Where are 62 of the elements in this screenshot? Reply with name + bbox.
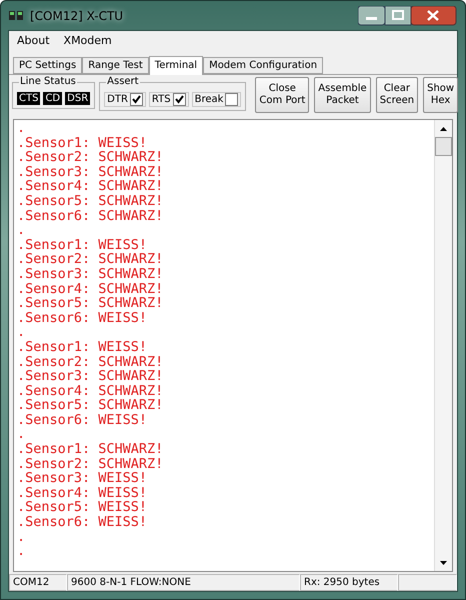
terminal-line: .Sensor4: SCHWARZ! [17,282,164,296]
terminal-line: .Sensor3: SCHWARZ! [17,164,164,180]
terminal-line: .Sensor1: WEISS! [17,238,148,252]
terminal-line: . [17,223,26,238]
terminal-line: .Sensor5: WEISS! [17,500,148,516]
status-field: 9600 8-N-1 FLOW:NONE [67,574,300,591]
terminal-line: .Sensor2: SCHWARZ! [17,252,164,267]
terminal-line: .Sensor4: WEISS! [17,486,148,500]
toolbar-button[interactable]: Clear Screen [376,77,418,113]
terminal-line: .Sensor2: SCHWARZ! [17,150,164,165]
terminal-line: . [17,325,26,340]
terminal-line: . [17,121,26,136]
scroll-thumb[interactable] [435,137,452,156]
terminal-line: . [17,544,26,559]
group-label: Assert [106,76,140,87]
terminal-line: .Sensor4: SCHWARZ! [17,179,164,194]
terminal-line: .Sensor2: SCHWARZ! [17,354,164,370]
terminal-line: .Sensor4: SCHWARZ! [17,384,164,398]
terminal-line: .Sensor2: SCHWARZ! [17,456,164,472]
scroll-down-icon[interactable] [440,560,447,564]
tab[interactable]: Range Test [82,57,149,74]
terminal-line: .Sensor5: SCHWARZ! [17,398,164,413]
terminal-line: .Sensor5: SCHWARZ! [17,194,164,209]
menu-item[interactable]: XModem [64,33,112,48]
terminal-line: .Sensor6: WEISS! [17,515,148,530]
app-icon [8,8,24,22]
checkbox[interactable] [130,93,143,106]
terminal-line: .Sensor6: WEISS! [17,412,148,428]
terminal-line: .Sensor1: SCHWARZ! [17,442,164,457]
tab[interactable]: PC Settings [13,57,82,74]
group-label: Line Status [19,76,77,87]
signal-indicator: CD [43,92,62,105]
assert-option[interactable]: DTR [104,92,146,107]
terminal-line: .Sensor3: WEISS! [17,471,148,486]
toolbar-button[interactable]: Show Hex [423,77,458,113]
checkbox[interactable] [225,93,238,106]
terminal-line: .Sensor1: WEISS! [17,136,148,150]
tab[interactable]: Terminal [148,56,204,75]
status-field: COM12 [9,574,67,591]
window-title: [COM12] X-CTU [30,8,124,22]
terminal-line: . [17,530,26,544]
toolbar-button[interactable]: Assemble Packet [314,77,371,113]
terminal-line: .Sensor5: SCHWARZ! [17,296,164,311]
checkbox[interactable] [172,93,186,106]
terminal-line: .Sensor3: SCHWARZ! [17,266,164,282]
status-field: Rx: 2950 bytes [300,574,398,591]
tab[interactable]: Modem Configuration [203,57,324,74]
assert-option[interactable]: Break [192,92,242,107]
terminal-line: . [17,427,26,442]
terminal-line: .Sensor1: WEISS! [17,340,148,354]
window-controls-icon[interactable] [358,6,458,26]
toolbar-button[interactable]: Close Com Port [255,77,310,113]
status-panel [398,574,457,591]
terminal-line: .Sensor6: WEISS! [17,310,148,326]
menu-item[interactable]: About [17,33,50,48]
terminal-line: .Sensor3: SCHWARZ! [17,369,164,384]
signal-indicator: CTS [17,92,40,105]
assert-option[interactable]: RTS [148,92,189,107]
signal-indicator: DSR [65,92,90,105]
scroll-up-icon[interactable] [440,126,447,130]
terminal-line: .Sensor6: SCHWARZ! [17,208,164,224]
scrollbar[interactable] [434,120,452,571]
